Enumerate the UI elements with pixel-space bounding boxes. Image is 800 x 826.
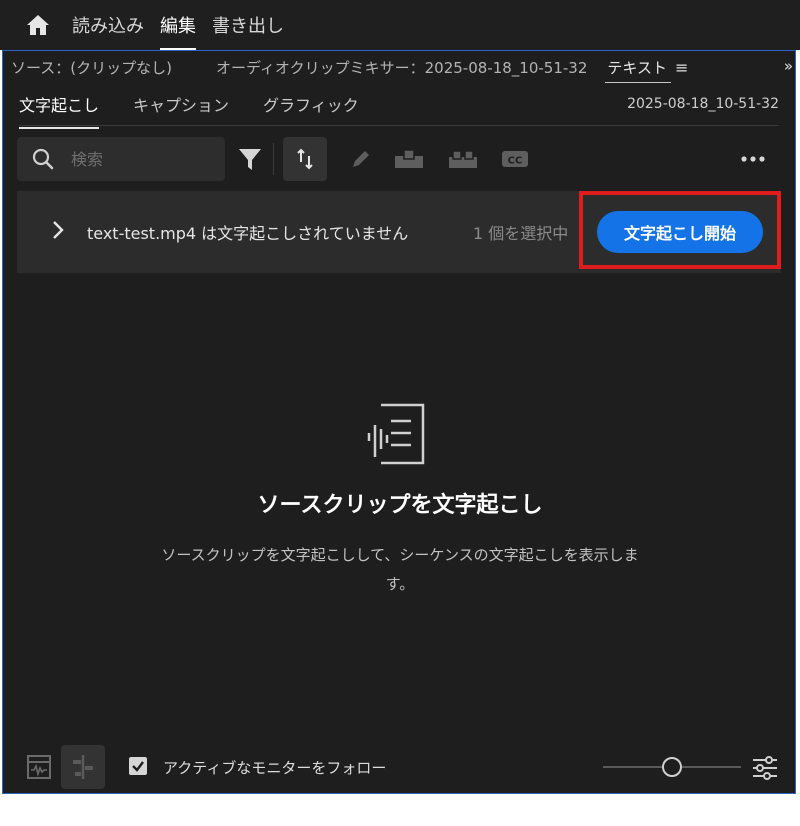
sync-scroll-button[interactable] (283, 137, 327, 181)
pencil-icon (353, 151, 369, 167)
merge-speaker-button[interactable] (443, 137, 483, 181)
workspace-tabs: 読み込み 編集 書き出し (72, 8, 300, 50)
follow-monitor-label: アクティブなモニターをフォロー (163, 759, 387, 777)
timeline-icon (73, 755, 93, 779)
zoom-slider[interactable] (603, 755, 741, 779)
tab-import[interactable]: 読み込み (72, 8, 144, 42)
start-transcription-button[interactable]: 文字起こし開始 (597, 211, 763, 253)
more-options-button[interactable] (733, 137, 773, 181)
tab-edit[interactable]: 編集 (160, 8, 196, 50)
tab-audio-clip-mixer[interactable]: オーディオクリップミキサー：2025-08-18_10-51-32 (216, 57, 587, 78)
transcript-icon (367, 403, 425, 465)
tab-source-monitor[interactable]: ソース：(クリップなし) (11, 57, 172, 78)
sequence-name: 2025-08-18_10-51-32 (627, 96, 779, 112)
search-icon (32, 148, 54, 170)
edit-button[interactable] (343, 137, 379, 181)
panel-menu-icon[interactable]: ≡ (675, 58, 688, 77)
settings-sliders-icon[interactable] (751, 755, 779, 781)
transcript-toolbar: CC (17, 137, 781, 181)
transcribe-notice: text-test.mp4 は文字起こしされていません 1 個を選択中 文字起こ… (17, 191, 781, 273)
panel-overflow-icon[interactable]: » (784, 57, 793, 75)
tab-graphics[interactable]: グラフィック (263, 86, 359, 122)
zoom-slider-thumb[interactable] (662, 757, 682, 777)
speaker-button[interactable] (389, 137, 429, 181)
waveform-icon[interactable] (25, 753, 53, 781)
workspace-bar: 読み込み 編集 書き出し (0, 0, 800, 50)
merge-speaker-icon (449, 150, 477, 168)
chevron-right-icon[interactable] (51, 219, 65, 241)
toolbar-divider (273, 143, 274, 175)
more-icon (741, 156, 765, 162)
tab-captions[interactable]: キャプション (133, 86, 229, 122)
follow-monitor-checkbox[interactable] (129, 757, 147, 775)
text-panel: ソース：(クリップなし) オーディオクリップミキサー：2025-08-18_10… (2, 50, 796, 794)
timeline-view-button[interactable] (61, 745, 105, 789)
tab-transcript[interactable]: 文字起こし (19, 86, 100, 129)
svg-text:CC: CC (508, 156, 523, 167)
empty-state-title: ソースクリップを文字起こし (257, 493, 543, 518)
captions-button[interactable]: CC (497, 137, 533, 181)
filter-icon (239, 149, 261, 170)
empty-state-description: ソースクリップを文字起こしして、シーケンスの文字起こしを表示します。 (161, 546, 639, 593)
text-subtabs: 文字起こし キャプション グラフィック 2025-08-18_10-51-32 (19, 83, 779, 129)
filter-button[interactable] (235, 137, 265, 181)
home-icon (27, 15, 49, 35)
panel-footer: アクティブなモニターをフォロー (3, 741, 797, 793)
home-button[interactable] (20, 7, 56, 43)
tab-export[interactable]: 書き出し (212, 8, 284, 42)
panel-tabs: ソース：(クリップなし) オーディオクリップミキサー：2025-08-18_10… (3, 51, 795, 83)
search-input[interactable] (69, 148, 193, 170)
search-box[interactable] (17, 137, 225, 181)
selection-count: 1 個を選択中 (473, 224, 569, 243)
cc-icon: CC (502, 151, 528, 167)
sync-icon (297, 148, 313, 170)
checkmark-icon (132, 761, 144, 772)
notice-message: text-test.mp4 は文字起こしされていません (87, 224, 409, 243)
speaker-icon (395, 149, 423, 168)
tab-text[interactable]: テキスト (605, 57, 671, 83)
